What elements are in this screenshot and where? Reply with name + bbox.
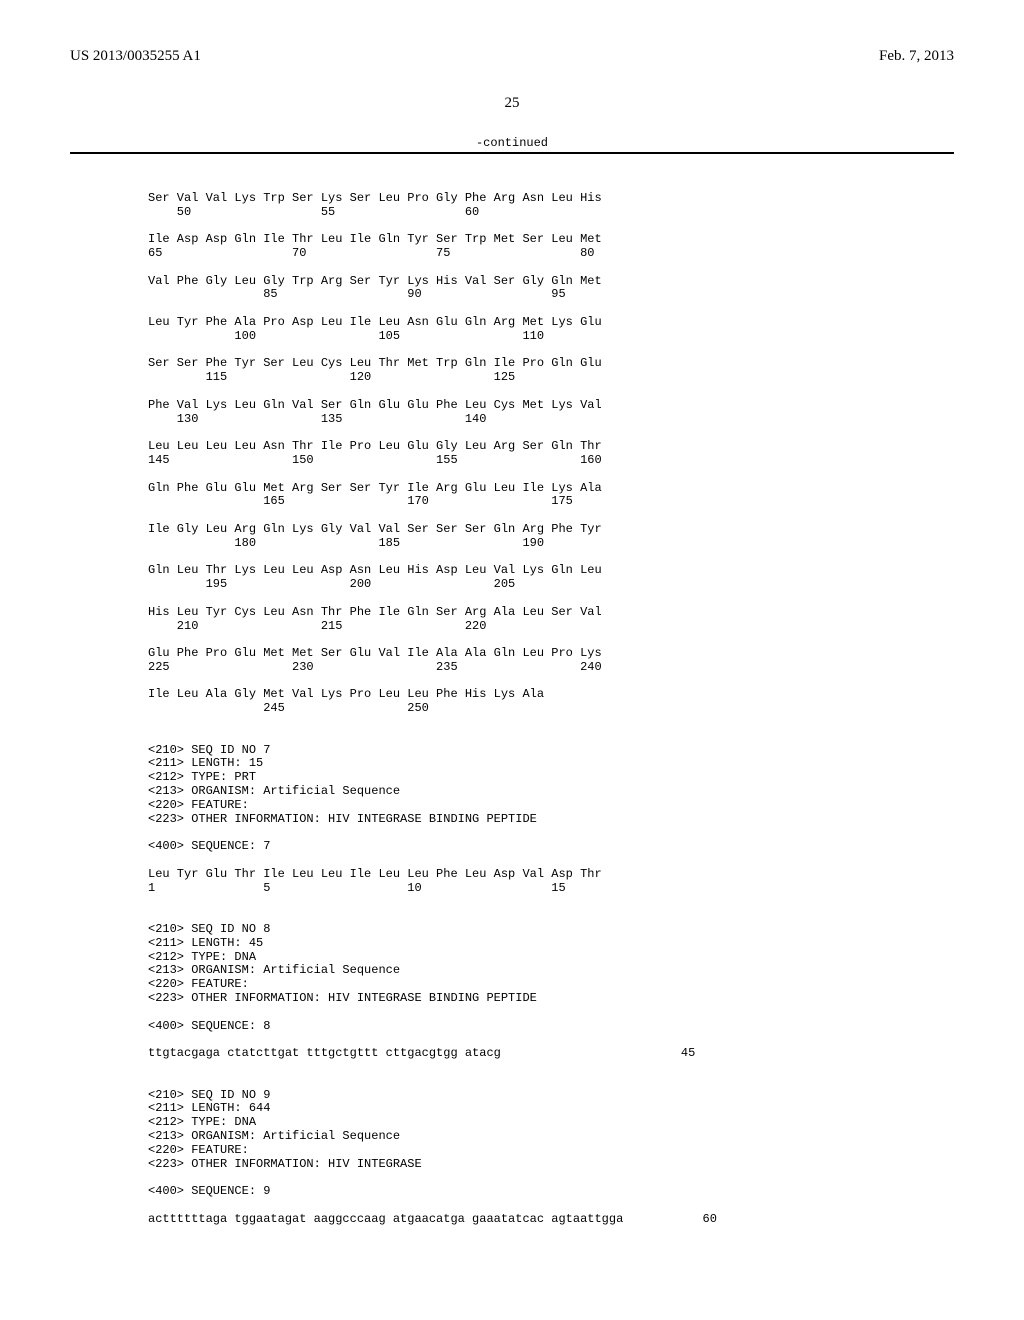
sequence-listing: Ser Val Val Lys Trp Ser Lys Ser Leu Pro …: [148, 178, 954, 1227]
page-header: US 2013/0035255 A1 Feb. 7, 2013: [70, 48, 954, 65]
publication-date: Feb. 7, 2013: [879, 48, 954, 65]
section-rule: [70, 152, 954, 154]
patent-application-number: US 2013/0035255 A1: [70, 48, 201, 65]
page-number: 25: [70, 95, 954, 112]
continued-banner: -continued: [70, 136, 954, 154]
continued-label: -continued: [70, 136, 954, 150]
